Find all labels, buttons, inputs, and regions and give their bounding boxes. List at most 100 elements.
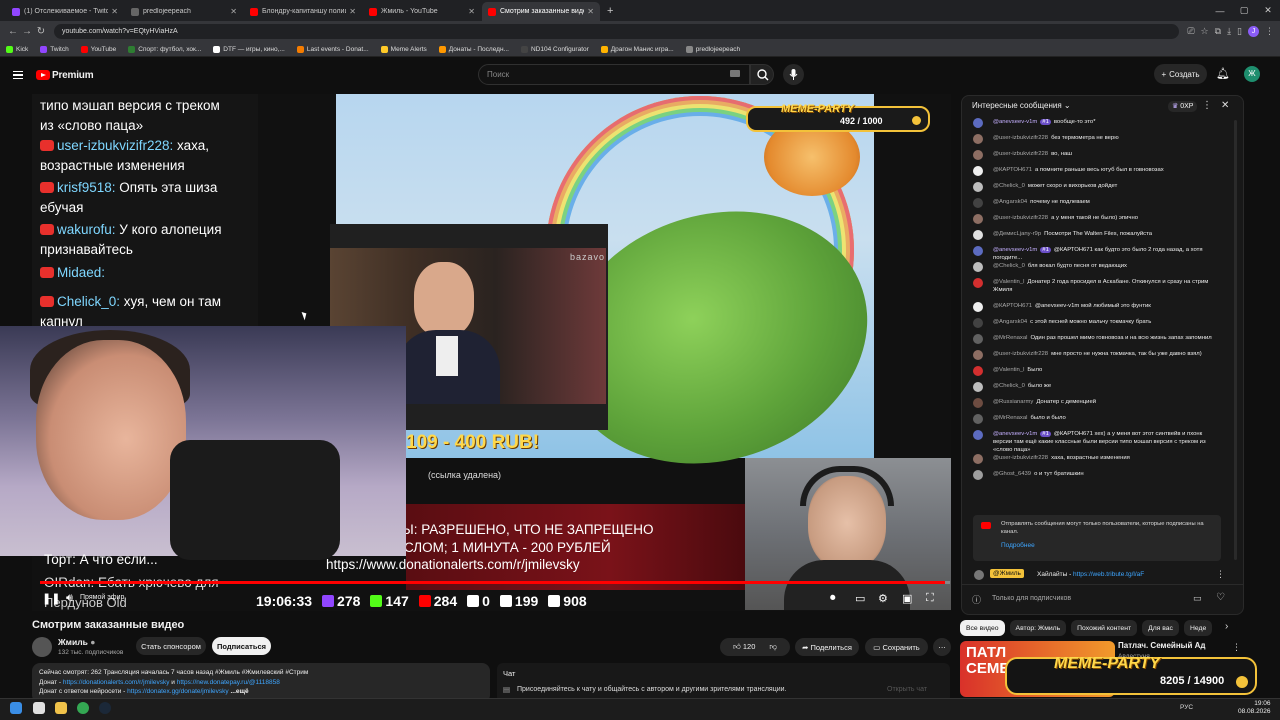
bookmark-item[interactable]: Драгон Манис игра... [600,45,674,53]
tab-close-icon[interactable]: ✕ [349,7,356,16]
minimize-icon[interactable]: — [1208,6,1232,16]
tab-close-icon[interactable]: ✕ [468,7,475,16]
chat-scrollbar[interactable] [1234,120,1237,560]
tab-close-icon[interactable]: ✕ [111,7,118,16]
bookmark-item[interactable]: Kick [6,45,28,53]
recommended-menu-icon[interactable]: ⋮ [1232,642,1241,653]
yandex-icon[interactable] [33,702,45,714]
chat-username[interactable]: @Chelick_0 [993,183,1025,189]
chat-username[interactable]: @Angarsk04 [993,199,1027,205]
close-window-icon[interactable]: ✕ [1256,5,1280,16]
sponsor-button[interactable]: Стать спонсором [136,637,206,655]
youtube-logo[interactable]: Premium [36,70,94,81]
browser-tab[interactable]: (1) Отслеживаемое - Twitch ✕ [6,2,124,21]
browser-profile-avatar[interactable]: J [1248,26,1259,37]
like-button[interactable]: 👍︎ 120 [733,642,755,652]
volume-icon[interactable]: 🔊︎ [66,592,73,605]
chat-username[interactable]: @user-izbukvizifr228 [993,215,1048,221]
save-button[interactable]: ▭ Сохранить [865,638,928,656]
new-tab-button[interactable]: + [601,2,619,21]
autoplay-toggle-icon[interactable]: ⏺ [830,592,836,605]
chrome-icon[interactable] [77,702,89,714]
browser-tab[interactable]: predlojeepeach ✕ [125,2,243,21]
pinned-link[interactable]: https://web.tribute.tg/l/aF [1073,571,1144,578]
channel-avatar[interactable] [32,637,52,657]
cast-icon[interactable]: ⎚ [1187,26,1194,37]
extensions-icon[interactable]: ⧉ [1215,26,1221,37]
language-indicator[interactable]: РУС [1180,704,1193,711]
chat-username[interactable]: @Angarsk04 [993,319,1027,325]
learn-more-link[interactable]: Подробнее [1001,542,1035,549]
forward-icon[interactable]: → [20,26,34,37]
tab-close-icon[interactable]: ✕ [230,7,237,16]
subtitles-icon[interactable]: ▭ [855,592,865,605]
filter-chip[interactable]: Неде [1183,620,1213,636]
chat-username[interactable]: @Chelick_0 [993,263,1025,269]
close-chat-icon[interactable]: ✕ [1221,100,1229,111]
browser-tab[interactable]: Жмиль - YouTube ✕ [363,2,481,21]
donation-link-2[interactable]: https://new.donatepay.ru/@1118858 [177,679,280,686]
tab-close-icon[interactable]: ✕ [587,7,594,16]
chat-username[interactable]: @Russianarmy [993,399,1033,405]
bookmark-item[interactable]: ND104 Configurator [520,45,589,53]
filter-chip[interactable]: Для вас [1142,620,1179,636]
reload-icon[interactable]: ↻ [34,26,48,37]
subscribe-button[interactable]: Подписаться [212,637,271,655]
chat-username[interactable]: @Valentin_l [993,279,1024,285]
steam-icon[interactable] [99,702,111,714]
explorer-icon[interactable] [55,702,67,714]
browser-tab[interactable]: Блондру-капитаншу полиции✕ [244,2,362,21]
chat-username[interactable]: @anevseev-v1m [993,119,1037,125]
video-description[interactable]: Сейчас смотрят: 262 Трансляция началась … [32,663,490,703]
notifications-bell-icon[interactable]: 🔔︎ [1216,67,1230,80]
browser-menu-icon[interactable]: ⋮ [1265,26,1274,37]
chat-username[interactable]: @MrRenaxal [993,415,1027,421]
address-bar[interactable]: youtube.com/watch?v=EQtyHViaHzA [54,24,1180,39]
menu-icon[interactable] [13,71,23,79]
bookmark-item[interactable]: Meme Alerts [380,45,427,53]
search-button[interactable] [750,64,774,85]
maximize-icon[interactable]: ▢ [1232,5,1256,16]
bookmark-item[interactable]: YouTube [80,45,116,53]
filter-chip[interactable]: Похожий контент [1071,620,1138,636]
start-icon[interactable] [10,702,22,714]
chat-username[interactable]: @user-izbukvizifr228 [993,151,1048,157]
video-progress-bar[interactable] [40,581,950,584]
bookmark-star-icon[interactable]: ☆ [1201,26,1209,37]
download-icon[interactable]: ⤓ [1227,26,1231,37]
dislike-icon[interactable]: 👎︎ [769,642,777,652]
chat-mode-selector[interactable]: Интересные сообщения ⌄ [972,101,1071,110]
chat-menu-icon[interactable]: ⋮ [1202,100,1212,111]
chat-username[interactable]: @ДемисLjany-r9p [993,231,1041,237]
chat-username[interactable]: @Ghost_6439 [993,471,1031,477]
chat-username[interactable]: @КАРТОН671 [993,303,1032,309]
pinned-menu-icon[interactable]: ⋮ [1216,569,1225,580]
open-chat-button[interactable]: Открыть чат [887,686,927,693]
account-avatar[interactable]: Ж [1244,66,1260,82]
channel-name[interactable]: Жмиль ● [58,637,95,647]
heart-icon[interactable]: ♡ [1216,592,1225,603]
money-icon[interactable]: ▭ [1193,593,1202,604]
chat-username[interactable]: @user-izbukvizifr228 [993,351,1048,357]
fullscreen-icon[interactable]: ⛶ [926,592,934,605]
bookmark-item[interactable]: Twitch [40,45,69,53]
recommended-video-title[interactable]: Патлач. Семейный Ад [1118,641,1206,650]
chat-username[interactable]: @MrRenaxal [993,335,1027,341]
pause-icon[interactable]: ❚❚ [42,592,60,605]
bookmark-item[interactable]: Last events - Donat... [296,45,369,53]
more-link[interactable]: ...ещё [230,688,248,695]
bookmark-item[interactable]: predlojeepeach [685,45,740,53]
chat-username[interactable]: @anevseev-v1m [993,431,1037,437]
chat-username[interactable]: @user-izbukvizifr228 [993,135,1048,141]
filter-chip[interactable]: Автор: Жмиль [1009,620,1067,636]
share-button[interactable]: ➦ Поделиться [795,638,859,656]
split-view-icon[interactable]: ▯ [1237,26,1242,37]
taskbar-clock[interactable]: 19:06 08.08.2026 [1238,700,1271,716]
xp-badge[interactable]: ♛ 0XP [1168,101,1198,112]
create-button[interactable]: + Создать [1154,64,1207,84]
bookmark-item[interactable]: Донаты - Последн... [438,45,509,53]
chat-username[interactable]: @КАРТОН671 [993,167,1032,173]
chat-username[interactable]: @Chelick_0 [993,383,1025,389]
more-actions-icon[interactable]: ⋯ [933,638,951,656]
donation-link-3[interactable]: https://donatex.gg/donate/jmilevsky [127,688,229,695]
